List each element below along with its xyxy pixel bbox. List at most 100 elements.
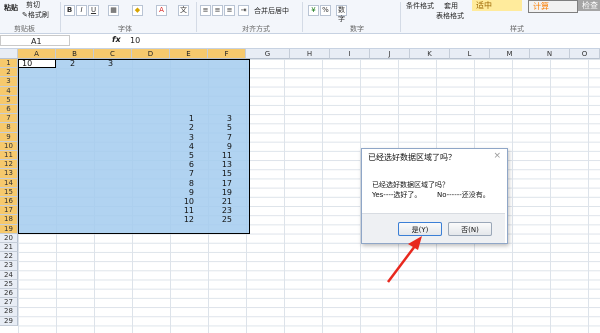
percent-button[interactable]: % <box>320 5 331 16</box>
row-header-25[interactable]: 25 <box>0 279 18 289</box>
row-header-11[interactable]: 11 <box>0 151 18 161</box>
table-cell[interactable]: 13 <box>198 160 232 169</box>
table-cell[interactable]: 9 <box>198 142 232 151</box>
row-header-17[interactable]: 17 <box>0 206 18 216</box>
column-header-l[interactable]: L <box>450 49 490 59</box>
column-header-i[interactable]: I <box>330 49 370 59</box>
table-cell[interactable]: 25 <box>198 215 232 224</box>
number-format-dropdown[interactable]: 数字 <box>336 5 347 23</box>
column-header-n[interactable]: N <box>530 49 570 59</box>
row-header-14[interactable]: 14 <box>0 178 18 188</box>
table-cell[interactable]: 8 <box>160 179 194 188</box>
row-header-10[interactable]: 10 <box>0 141 18 151</box>
style-check[interactable]: 检查 <box>578 0 600 11</box>
row-header-21[interactable]: 21 <box>0 243 18 253</box>
row-header-28[interactable]: 28 <box>0 307 18 317</box>
table-cell[interactable]: 15 <box>198 169 232 178</box>
column-header-g[interactable]: G <box>246 49 290 59</box>
table-cell[interactable]: 5 <box>198 123 232 132</box>
row-header-3[interactable]: 3 <box>0 77 18 87</box>
table-cell[interactable]: 7 <box>160 169 194 178</box>
row-header-2[interactable]: 2 <box>0 68 18 78</box>
italic-button[interactable]: I <box>76 5 87 16</box>
table-cell[interactable]: 6 <box>160 160 194 169</box>
row-header-23[interactable]: 23 <box>0 261 18 271</box>
row-header-15[interactable]: 15 <box>0 187 18 197</box>
cut-button[interactable]: 剪切 <box>26 0 40 10</box>
column-header-e[interactable]: E <box>170 49 208 59</box>
table-format-button[interactable]: 套用 <box>444 1 458 11</box>
table-cell[interactable]: 17 <box>198 179 232 188</box>
row-header-12[interactable]: 12 <box>0 160 18 170</box>
phonetic-icon[interactable]: 文 <box>178 5 189 16</box>
font-color-icon[interactable]: A <box>156 5 167 16</box>
table-cell[interactable]: 5 <box>160 151 194 160</box>
table-cell[interactable]: 12 <box>160 215 194 224</box>
row-header-7[interactable]: 7 <box>0 114 18 124</box>
select-all-corner[interactable] <box>0 49 18 59</box>
table-cell[interactable]: 23 <box>198 206 232 215</box>
align-right-icon[interactable]: ≡ <box>224 5 235 16</box>
row-header-8[interactable]: 8 <box>0 123 18 133</box>
indent-icon[interactable]: ⇥ <box>238 5 249 16</box>
border-icon[interactable]: ▦ <box>108 5 119 16</box>
row-header-29[interactable]: 29 <box>0 316 18 326</box>
table-cell[interactable]: 9 <box>160 188 194 197</box>
bold-button[interactable]: B <box>64 5 75 16</box>
table-cell[interactable]: 19 <box>198 188 232 197</box>
column-header-j[interactable]: J <box>370 49 410 59</box>
table-cell[interactable]: 3 <box>160 133 194 142</box>
table-cell[interactable]: 21 <box>198 197 232 206</box>
underline-button[interactable]: U <box>88 5 99 16</box>
conditional-format-button[interactable]: 条件格式 <box>406 1 434 11</box>
row-header-9[interactable]: 9 <box>0 132 18 142</box>
row-header-13[interactable]: 13 <box>0 169 18 179</box>
row-header-20[interactable]: 20 <box>0 233 18 243</box>
table-cell[interactable]: 11 <box>198 151 232 160</box>
column-header-c[interactable]: C <box>94 49 132 59</box>
style-calculation[interactable]: 计算 <box>528 0 578 13</box>
row-header-5[interactable]: 5 <box>0 95 18 105</box>
table-cell[interactable]: 4 <box>160 142 194 151</box>
align-left-icon[interactable]: ≡ <box>200 5 211 16</box>
column-header-d[interactable]: D <box>132 49 170 59</box>
table-cell[interactable]: 11 <box>160 206 194 215</box>
style-neutral[interactable]: 适中 <box>472 0 522 11</box>
table-cell[interactable]: 7 <box>198 133 232 142</box>
column-header-k[interactable]: K <box>410 49 450 59</box>
table-cell[interactable]: 2 <box>160 123 194 132</box>
row-header-26[interactable]: 26 <box>0 289 18 299</box>
column-header-o[interactable]: O <box>570 49 600 59</box>
table-cell[interactable]: 10 <box>160 197 194 206</box>
name-box[interactable]: A1 <box>0 35 70 46</box>
row-header-16[interactable]: 16 <box>0 197 18 207</box>
no-button[interactable]: 否(N) <box>448 222 492 236</box>
column-header-h[interactable]: H <box>290 49 330 59</box>
row-header-6[interactable]: 6 <box>0 105 18 115</box>
table-cell[interactable]: 3 <box>198 114 232 123</box>
table-cell[interactable]: 1 <box>160 114 194 123</box>
align-center-icon[interactable]: ≡ <box>212 5 223 16</box>
fill-color-icon[interactable]: ◆ <box>132 5 143 16</box>
formula-input[interactable]: 10 <box>130 35 140 46</box>
cell-c1[interactable]: 3 <box>108 59 142 68</box>
row-header-22[interactable]: 22 <box>0 252 18 262</box>
row-header-4[interactable]: 4 <box>0 86 18 96</box>
row-header-27[interactable]: 27 <box>0 298 18 308</box>
column-header-a[interactable]: A <box>18 49 56 59</box>
paste-button[interactable]: 粘贴 <box>4 3 18 13</box>
format-painter-button[interactable]: ✎格式刷 <box>22 10 49 20</box>
close-icon[interactable]: × <box>493 151 501 161</box>
column-header-m[interactable]: M <box>490 49 530 59</box>
row-header-18[interactable]: 18 <box>0 215 18 225</box>
currency-icon[interactable]: ¥ <box>308 5 319 16</box>
cell-a1[interactable]: 10 <box>22 59 56 68</box>
row-header-24[interactable]: 24 <box>0 270 18 280</box>
column-header-f[interactable]: F <box>208 49 246 59</box>
cell-b1[interactable]: 2 <box>70 59 104 68</box>
merge-center-button[interactable]: 合并后居中 <box>254 6 289 16</box>
insert-function-icon[interactable]: fx <box>112 35 121 44</box>
column-header-b[interactable]: B <box>56 49 94 59</box>
yes-button[interactable]: 是(Y) <box>398 222 442 236</box>
worksheet-grid[interactable]: ABCDEFGHIJKLMNO 1 2 3 4 5 6 7 8 9 10 11 12 13 14 15 16 1… <box>0 49 600 333</box>
